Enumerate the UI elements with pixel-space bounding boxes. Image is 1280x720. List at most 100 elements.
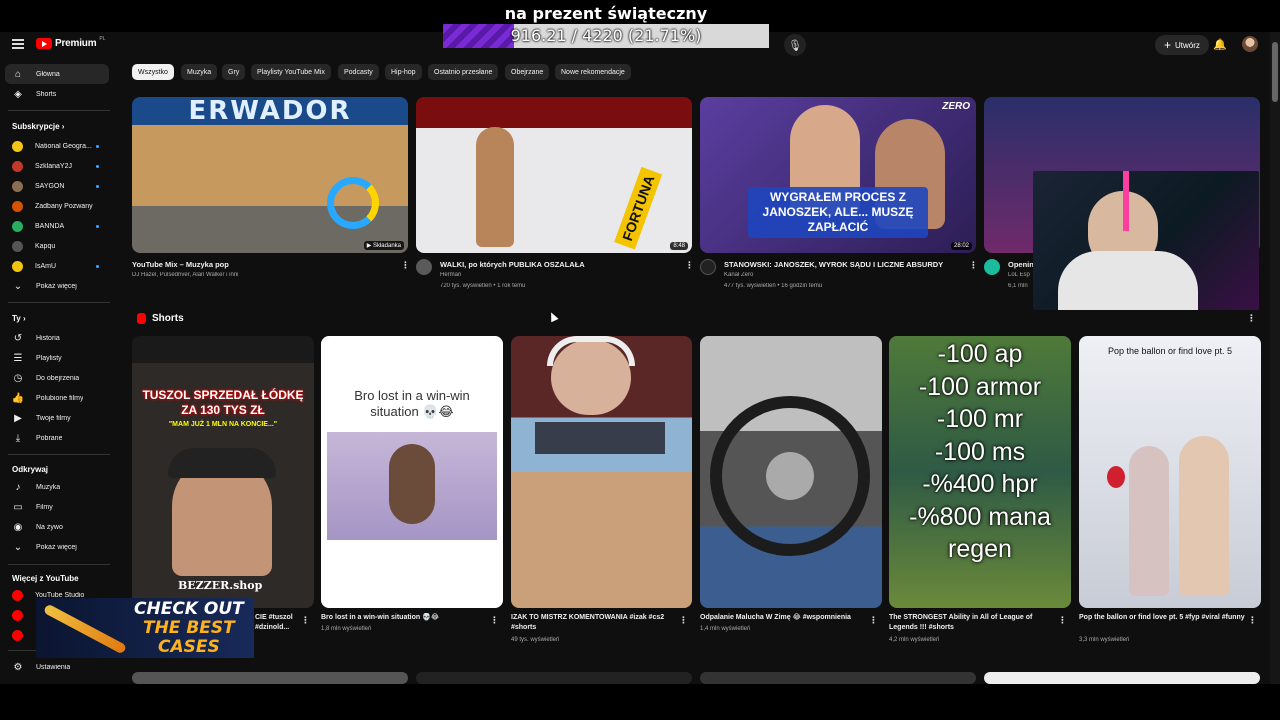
sidebar-item-label: Pokaż więcej [36, 543, 77, 551]
sidebar-item-your-videos[interactable]: ▶ Twoje filmy [5, 408, 109, 428]
chip-recently-uploaded[interactable]: Ostatnio przesłane [428, 64, 499, 80]
youtube-music-icon [12, 609, 23, 621]
short-thumbnail[interactable]: Pop the ballon or find love pt. 5 [1079, 336, 1261, 608]
video-channel[interactable]: Herman [440, 272, 680, 278]
sidebar-subscription[interactable]: BANNDA [5, 216, 109, 236]
more-from-youtube-header: Więcej z YouTube [12, 574, 79, 583]
sidebar-item-label: Muzyka [36, 483, 61, 491]
video-channel[interactable]: DJ Hazel, Pulsedriver, Alan Walker i inn… [132, 272, 392, 278]
video-thumbnail[interactable] [416, 672, 692, 684]
sidebar-item-liked[interactable]: 👍 Polubione filmy [5, 388, 109, 408]
short-title[interactable]: Odpalanie Malucha W Zimę 😂 #wspomnienia [700, 613, 866, 623]
sidebar-subscription[interactable]: SAYGON [5, 176, 109, 196]
you-header[interactable]: Ty › [12, 314, 26, 323]
more-options-icon[interactable]: ⋮ [969, 260, 978, 271]
sidebar-item-live[interactable]: ◉ Na żywo [5, 517, 109, 537]
video-title[interactable]: YouTube Mix – Muzyka pop [132, 260, 392, 269]
video-thumbnail[interactable]: ERWADOR ▶ Składanka [132, 97, 408, 253]
short-thumbnail[interactable]: -100 ap -100 armor -100 mr -100 ms -%400… [889, 336, 1071, 608]
channel-avatar[interactable] [984, 259, 1000, 275]
more-options-icon[interactable]: ⋮ [685, 260, 694, 271]
short-title[interactable]: Pop the ballon or find love pt. 5 #fyp #… [1079, 613, 1245, 633]
avatar[interactable] [1242, 36, 1258, 52]
short-title[interactable]: Bro lost in a win-win situation 💀😂 [321, 613, 489, 623]
goal-progress-text: 916.21 / 4220 (21.71%) [510, 26, 702, 45]
sidebar-subscription[interactable]: National Geogra... [5, 136, 109, 156]
ad-line: CASES [158, 637, 220, 657]
chip-watched[interactable]: Obejrzane [505, 64, 550, 80]
youtube-logo[interactable]: Premium PL [36, 36, 106, 49]
more-options-icon[interactable]: ⋮ [1248, 615, 1257, 626]
case-promo-overlay: CHECK OUT THE BEST CASES [36, 598, 254, 658]
show-more-label: Pokaż więcej [36, 282, 77, 290]
chip-mix-playlists[interactable]: Playlisty YouTube Mix [251, 64, 331, 80]
short-thumbnail[interactable]: TUSZOL SPRZEDAŁ ŁÓDKĘ ZA 130 TYS ZŁ "MAM… [132, 336, 314, 608]
subscriptions-header[interactable]: Subskrypcje › [12, 122, 64, 131]
channel-name: Kapqu [35, 242, 56, 250]
hamburger-menu-icon[interactable] [12, 39, 24, 49]
channel-avatar[interactable] [700, 259, 716, 275]
more-options-icon[interactable]: ⋮ [869, 615, 878, 626]
short-views: 1,8 mln wyświetleń [321, 626, 372, 632]
sidebar-item-home[interactable]: ⌂ Główna [5, 64, 109, 84]
video-stats: 477 tys. wyświetleń • 16 godzin temu [724, 283, 823, 289]
video-title[interactable]: WALKI, po których PUBLIKA OSZALAŁA [440, 260, 680, 269]
chip-podcasts[interactable]: Podcasty [338, 64, 379, 80]
more-options-icon[interactable]: ⋮ [401, 260, 410, 271]
thumbnail-text: WYGRAŁEM PROCES Z JANOSZEK, ALE... MUSZĘ… [748, 187, 928, 238]
sidebar-item-shorts[interactable]: ◈ Shorts [5, 84, 109, 104]
short-title[interactable]: The STRONGEST Ability in All of League o… [889, 613, 1055, 633]
sidebar-item-watch-later[interactable]: ◷ Do obejrzenia [5, 368, 109, 388]
more-options-icon[interactable]: ⋮ [490, 615, 499, 626]
youtube-studio-icon [12, 589, 23, 601]
chevron-down-icon: ⌄ [13, 280, 23, 292]
sidebar-item-label: Na żywo [36, 523, 63, 531]
more-options-icon[interactable]: ⋮ [301, 615, 310, 626]
sidebar-item-music[interactable]: ♪ Muzyka [5, 477, 109, 497]
sidebar-item-playlists[interactable]: ☰ Playlisty [5, 348, 109, 368]
video-thumbnail[interactable]: FORTUNA 8:48 [416, 97, 692, 253]
chip-music[interactable]: Muzyka [181, 64, 218, 80]
video-thumbnail[interactable]: ZERO WYGRAŁEM PROCES Z JANOSZEK, ALE... … [700, 97, 976, 253]
sidebar-subscription[interactable]: Zadbany Pozwany [5, 196, 109, 216]
short-title[interactable]: CIE #tuszol #dzinold... [255, 613, 300, 633]
sidebar-item-settings[interactable]: ⚙ Ustawienia [5, 657, 109, 677]
page-scrollbar[interactable] [1270, 32, 1280, 684]
video-thumbnail[interactable] [132, 672, 408, 684]
music-icon: ♪ [15, 481, 21, 493]
video-thumbnail[interactable] [700, 672, 976, 684]
short-thumbnail[interactable]: Bro lost in a win-win situation 💀😂 [321, 336, 503, 608]
video-channel[interactable]: Kanał Zero [724, 272, 964, 278]
sidebar-subscription[interactable]: Kapqu [5, 236, 109, 256]
video-title[interactable]: STANOWSKI: JANOSZEK, WYROK SĄDU I LICZNE… [724, 260, 964, 269]
sidebar-item-label: Filmy [36, 503, 53, 511]
voice-search-icon[interactable]: 🎙 [784, 34, 806, 56]
short-title[interactable]: IZAK TO MISTRZ KOMENTOWANIA #izak #cs2 #… [511, 613, 677, 633]
divider [8, 564, 110, 565]
short-thumbnail[interactable] [511, 336, 692, 608]
notifications-bell-icon[interactable]: 🔔 [1213, 38, 1227, 51]
video-thumbnail[interactable] [984, 672, 1260, 684]
person-figure [1179, 436, 1229, 596]
channel-avatar[interactable] [416, 259, 432, 275]
chip-games[interactable]: Gry [222, 64, 246, 80]
more-options-icon[interactable]: ⋮ [679, 615, 688, 626]
youtube-play-icon [36, 38, 52, 49]
sidebar-subscription[interactable]: SzklanaY2J [5, 156, 109, 176]
brand-text: BEZZER.shop [178, 579, 263, 592]
create-button[interactable]: + Utwórz [1155, 35, 1209, 55]
show-more-subscriptions[interactable]: ⌄ Pokaż więcej [5, 276, 109, 296]
chip-new-recommendations[interactable]: Nowe rekomendacje [555, 64, 631, 80]
sidebar-item-downloads[interactable]: ⤓ Pobrane [5, 428, 109, 448]
chip-all[interactable]: Wszystko [132, 64, 174, 80]
short-thumbnail[interactable] [700, 336, 882, 608]
sidebar-subscription[interactable]: IsAmU [5, 256, 109, 276]
chip-hip-hop[interactable]: Hip-hop [385, 64, 422, 80]
more-options-icon[interactable]: ⋮ [1058, 615, 1067, 626]
balloon [1107, 466, 1125, 488]
scrollbar-thumb[interactable] [1272, 42, 1278, 102]
shorts-more-options-icon[interactable]: ⋮ [1247, 313, 1256, 324]
show-more-explore[interactable]: ⌄ Pokaż więcej [5, 537, 109, 557]
sidebar-item-films[interactable]: ▭ Filmy [5, 497, 109, 517]
sidebar-item-history[interactable]: ↺ Historia [5, 328, 109, 348]
